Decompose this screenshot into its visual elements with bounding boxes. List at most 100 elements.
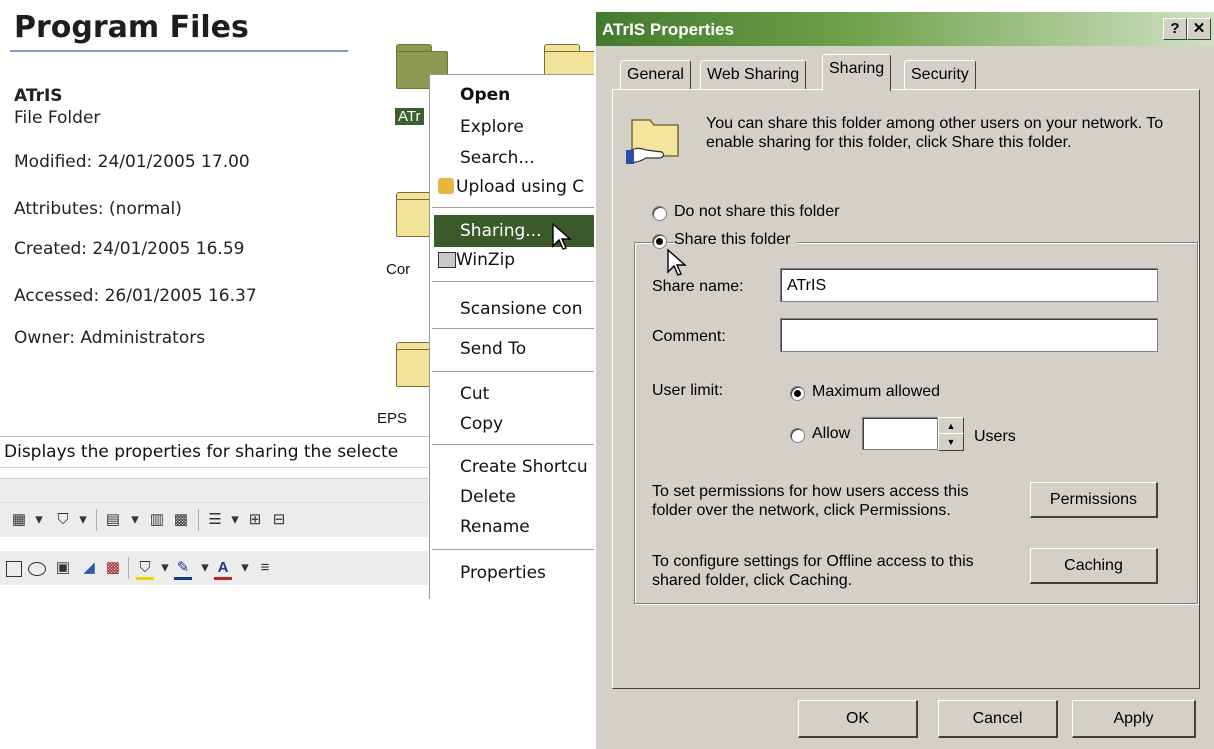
share-name-input[interactable]: ATrIS [780, 268, 1158, 302]
allow-users-input[interactable] [862, 417, 938, 450]
accessed-date: Accessed: 26/01/2005 16.37 [14, 286, 257, 306]
winzip-icon [438, 252, 456, 268]
menu-separator [432, 371, 598, 373]
borders-icon[interactable]: ▦ [10, 511, 28, 529]
distribute-columns-icon[interactable]: ⊟ [270, 511, 288, 529]
align-icon[interactable]: ☰ [206, 511, 224, 529]
table-icon[interactable]: ▥ [148, 511, 166, 529]
fill-color-icon[interactable]: ⛉ [136, 559, 154, 580]
dropdown-arrow-icon[interactable]: ▾ [236, 559, 254, 577]
tab-general[interactable]: General [620, 60, 691, 89]
radio-do-not-share-label[interactable]: Do not share this folder [674, 203, 839, 221]
oval-icon[interactable] [28, 562, 46, 576]
toolbar-divider [198, 509, 199, 531]
drawing-toolbar: ▣ ◢ ▩ ⛉ ▾ ✎ ▾ A ▾ ≡ [0, 551, 428, 585]
selected-item-name: ATrIS [14, 86, 63, 106]
apply-button[interactable]: Apply [1072, 700, 1196, 738]
menu-separator [432, 444, 598, 446]
dropdown-arrow-icon[interactable]: ▾ [126, 511, 144, 529]
radio-share-folder[interactable] [652, 234, 667, 249]
menu-item-rename[interactable]: Rename [460, 517, 530, 537]
shared-folder-icon [626, 119, 679, 164]
line-style-icon[interactable]: ≡ [256, 559, 274, 577]
radio-maximum-allowed-label[interactable]: Maximum allowed [812, 383, 940, 401]
line-color-icon[interactable]: ✎ [174, 559, 192, 580]
ok-button[interactable]: OK [798, 700, 918, 738]
caching-text: To configure settings for Offline access… [652, 553, 974, 589]
radio-allow[interactable] [790, 428, 805, 443]
comment-label: Comment: [652, 328, 726, 345]
radio-share-folder-label[interactable]: Share this folder [674, 231, 797, 249]
toolbar-separator-bar [0, 478, 428, 503]
menu-item-sharing[interactable]: Sharing... [460, 221, 541, 241]
radio-do-not-share[interactable] [652, 206, 667, 221]
properties-dialog: ATrIS Properties ? ✕ General Web Sharing… [594, 12, 1214, 749]
status-text: Displays the properties for sharing the … [4, 442, 399, 462]
modified-date: Modified: 24/01/2005 17.00 [14, 152, 250, 172]
dropdown-arrow-icon[interactable]: ▾ [30, 511, 48, 529]
menu-item-scan[interactable]: Scansione con [460, 299, 582, 319]
folder-title: Program Files [14, 10, 249, 45]
share-name-label: Share name: [652, 278, 744, 295]
tab-security[interactable]: Security [904, 60, 976, 89]
rectangle-icon[interactable] [6, 561, 22, 577]
dialog-title: ATrIS Properties [602, 20, 734, 39]
folder-label-atris[interactable]: ATr [395, 108, 424, 125]
sharing-info-text: You can share this folder among other us… [706, 115, 1164, 151]
font-color-icon[interactable]: A [214, 559, 232, 580]
menu-item-upload[interactable]: Upload using C [456, 177, 584, 197]
menu-item-properties[interactable]: Properties [460, 563, 546, 583]
tab-web-sharing[interactable]: Web Sharing [700, 60, 807, 89]
menu-item-winzip[interactable]: WinZip [456, 250, 515, 270]
help-button[interactable]: ? [1163, 18, 1187, 40]
menu-item-search[interactable]: Search... [460, 148, 535, 168]
selected-item-type: File Folder [14, 108, 101, 128]
menu-item-delete[interactable]: Delete [460, 487, 516, 507]
fill-color-icon[interactable]: ⛉ [54, 511, 72, 529]
permissions-button[interactable]: Permissions [1030, 482, 1158, 518]
mouse-pointer-icon [552, 222, 572, 250]
tab-sharing[interactable]: Sharing [822, 54, 892, 91]
cancel-button[interactable]: Cancel [938, 700, 1058, 738]
dropdown-arrow-icon[interactable]: ▾ [196, 559, 214, 577]
dropdown-arrow-icon[interactable]: ▾ [156, 559, 174, 577]
upload-icon [438, 178, 454, 194]
spin-down-icon[interactable]: ▼ [938, 433, 964, 451]
menu-item-send-to[interactable]: Send To [460, 339, 526, 359]
formatting-toolbar: ▦ ▾ ⛉ ▾ ▤ ▾ ▥ ▩ ☰ ▾ ⊞ ⊟ [0, 502, 428, 537]
menu-item-explore[interactable]: Explore [460, 117, 524, 137]
dropdown-arrow-icon[interactable]: ▾ [74, 511, 92, 529]
close-button[interactable]: ✕ [1187, 18, 1211, 40]
menu-separator [432, 328, 598, 330]
users-label: Users [974, 428, 1016, 445]
menu-separator [432, 207, 598, 209]
menu-separator [432, 549, 598, 551]
context-menu: Open Explore Search... Upload using C Sh… [429, 74, 600, 599]
comment-input[interactable] [780, 318, 1158, 352]
clip-art-icon[interactable]: ▩ [104, 559, 122, 577]
radio-allow-label[interactable]: Allow [812, 425, 850, 443]
created-date: Created: 24/01/2005 16.59 [14, 239, 245, 259]
permissions-text: To set permissions for how users access … [652, 483, 969, 519]
toolbar-divider [96, 509, 97, 531]
caching-button[interactable]: Caching [1030, 548, 1158, 584]
title-underline [10, 50, 348, 52]
dropdown-arrow-icon[interactable]: ▾ [226, 511, 244, 529]
folder-label-cor[interactable]: Cor [386, 261, 410, 278]
grid-icon[interactable]: ▩ [172, 511, 190, 529]
toolbar-divider [128, 557, 129, 579]
menu-item-create-shortcut[interactable]: Create Shortcu [460, 457, 588, 477]
text-box-icon[interactable]: ▣ [54, 559, 72, 577]
menu-item-cut[interactable]: Cut [460, 384, 489, 404]
menu-separator [432, 281, 598, 283]
distribute-rows-icon[interactable]: ⊞ [246, 511, 264, 529]
owner-text: Owner: Administrators [14, 328, 206, 348]
wordart-icon[interactable]: ◢ [80, 559, 98, 577]
insert-table-icon[interactable]: ▤ [104, 511, 122, 529]
radio-maximum-allowed[interactable] [790, 386, 805, 401]
folder-label-eps[interactable]: EPS [377, 410, 407, 427]
mouse-pointer-icon [667, 248, 687, 276]
attributes-text: Attributes: (normal) [14, 199, 182, 219]
menu-item-open[interactable]: Open [460, 85, 510, 105]
menu-item-copy[interactable]: Copy [460, 414, 503, 434]
